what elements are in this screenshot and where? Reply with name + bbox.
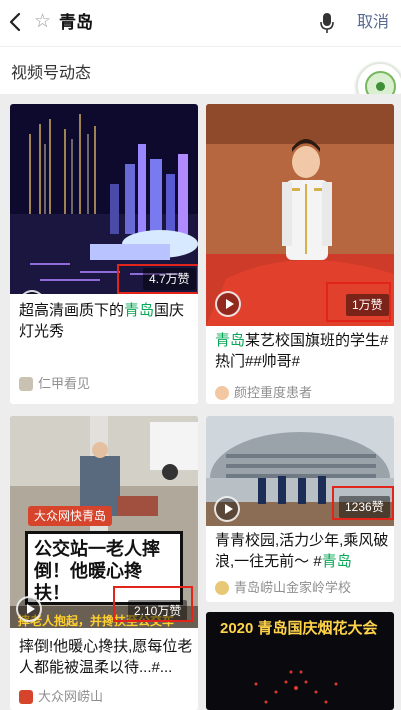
video-thumbnail[interactable]: 1万赞 (206, 104, 394, 326)
section-header: 视频号动态 (0, 46, 401, 94)
video-card[interactable]: 4.7万赞 超高清画质下的青岛国庆灯光秀 仁甲看见 (10, 104, 198, 404)
video-card[interactable]: 大众网快青岛 公交站一老人摔倒！他暖心搀扶！ 摔老人抱起，并搀扶至公交车 2.1… (10, 416, 198, 710)
star-icon[interactable]: ☆ (34, 10, 51, 34)
author-avatar-icon (19, 377, 33, 391)
highlight-box (117, 264, 198, 294)
cancel-button[interactable]: 取消 (357, 12, 389, 34)
video-card[interactable]: 2020 青岛国庆烟花大会 (206, 612, 394, 710)
author-name[interactable]: 青岛崂山金家岭学校 (234, 580, 351, 596)
author-avatar-icon (215, 386, 229, 400)
video-thumbnail[interactable]: 大众网快青岛 公交站一老人摔倒！他暖心搀扶！ 摔老人抱起，并搀扶至公交车 2.1… (10, 416, 198, 628)
search-query[interactable]: 青岛 (59, 12, 93, 34)
play-icon[interactable] (214, 496, 240, 522)
video-title[interactable]: 超高清画质下的青岛国庆灯光秀 (19, 300, 191, 342)
section-title: 视频号动态 (11, 65, 92, 82)
video-title[interactable]: 摔倒!他暖心搀扶,愿每位老人都能被温柔以待...#... (19, 636, 193, 678)
search-bar: ☆ 青岛 取消 (0, 0, 401, 46)
highlight-box (113, 586, 193, 622)
video-thumbnail[interactable]: 4.7万赞 (10, 104, 198, 294)
video-title[interactable]: 青岛某艺校国旗班的学生#热门##帅哥# (215, 330, 389, 372)
video-grid: 4.7万赞 超高清画质下的青岛国庆灯光秀 仁甲看见 1万赞 青岛某艺校国旗班的学… (0, 94, 401, 710)
highlight-box (326, 282, 391, 322)
author-name[interactable]: 颜控重度患者 (234, 385, 312, 401)
thumb-caption: 2020 青岛国庆烟花大会 (220, 620, 378, 637)
author-avatar-icon (19, 690, 33, 704)
video-card[interactable]: 1万赞 青岛某艺校国旗班的学生#热门##帅哥# 颜控重度患者 (206, 104, 394, 404)
back-arrow-icon[interactable] (6, 11, 26, 33)
video-thumbnail[interactable]: 1236赞 (206, 416, 394, 526)
author-name[interactable]: 仁甲看见 (38, 376, 90, 392)
microphone-icon[interactable] (319, 11, 335, 35)
thumb-tag: 大众网快青岛 (28, 506, 113, 526)
highlight-box (332, 486, 394, 520)
play-icon[interactable] (215, 291, 241, 317)
play-icon[interactable] (16, 596, 42, 622)
author-avatar-icon (215, 581, 229, 595)
video-thumbnail[interactable]: 2020 青岛国庆烟花大会 (206, 612, 394, 710)
author-name[interactable]: 大众网崂山 (38, 689, 103, 705)
video-title[interactable]: 青青校园,活力少年,乘风破浪,一往无前～ #青岛 (215, 530, 389, 572)
video-card[interactable]: 1236赞 青青校园,活力少年,乘风破浪,一往无前～ #青岛 青岛崂山金家岭学校 (206, 416, 394, 602)
